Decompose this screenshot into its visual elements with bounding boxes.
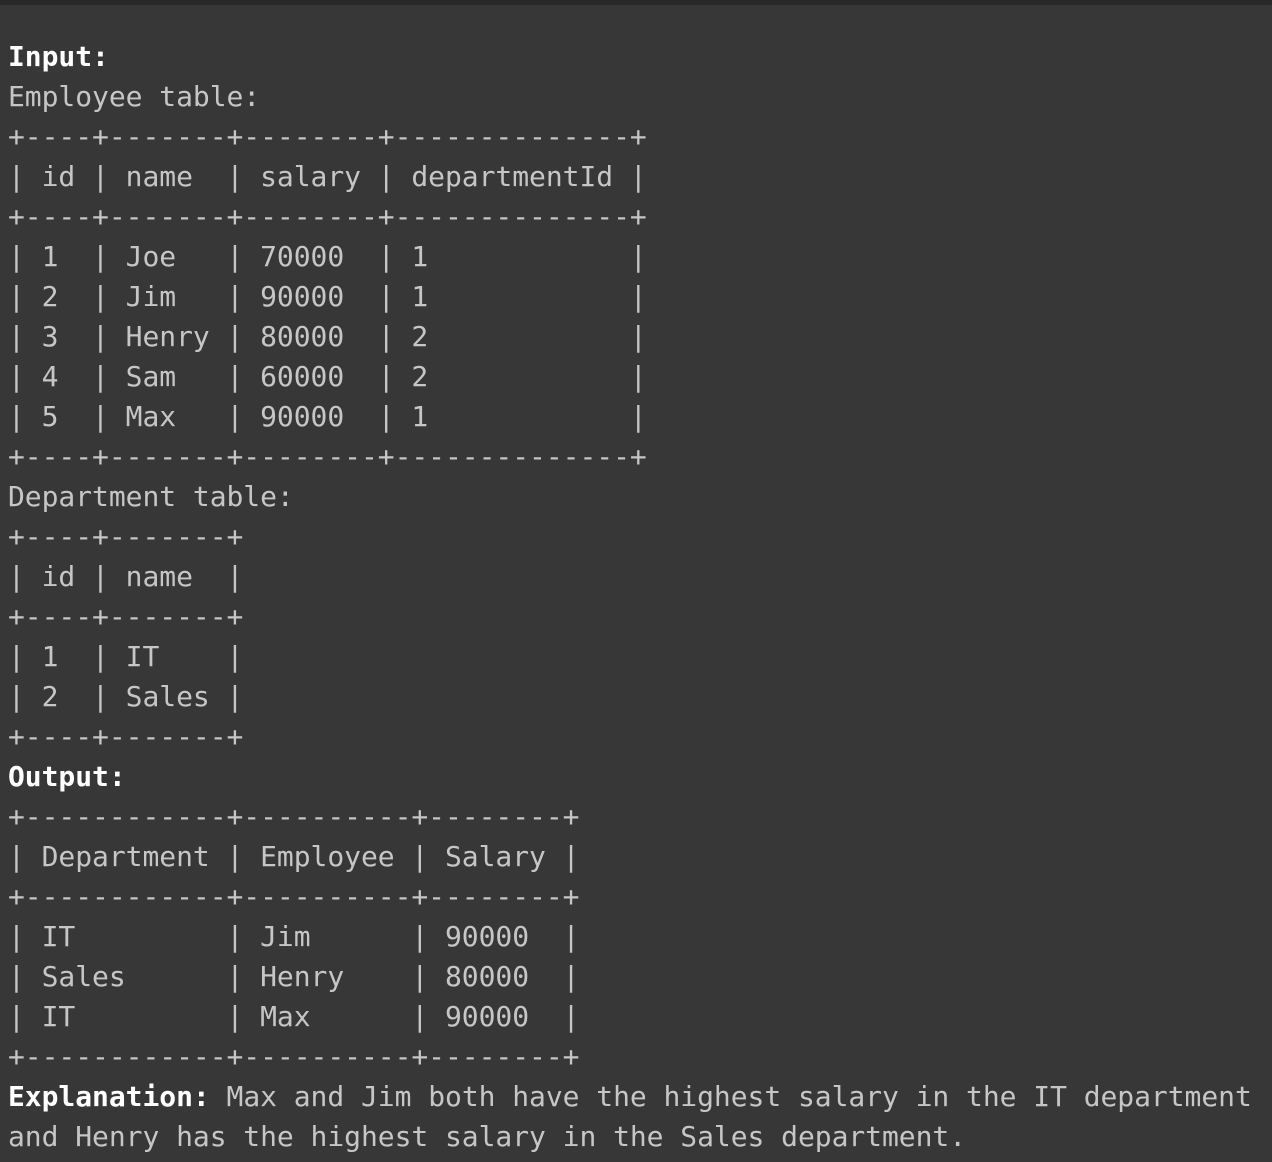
explanation: Explanation: Max and Jim both have the h…	[8, 1077, 1272, 1157]
table-row: | 3 | Henry | 80000 | 2 |	[8, 320, 647, 353]
explanation-label: Explanation:	[8, 1080, 210, 1113]
table-border: +----+-------+	[8, 600, 244, 633]
output-label: Output:	[8, 760, 126, 793]
table-row: | 2 | Sales |	[8, 680, 244, 713]
input-label: Input:	[8, 40, 109, 73]
table-row: | 4 | Sam | 60000 | 2 |	[8, 360, 647, 393]
table-border: +----+-------+--------+--------------+	[8, 200, 647, 233]
table-border: +----+-------+--------+--------------+	[8, 440, 647, 473]
example-block: Input: Employee table: +----+-------+---…	[0, 5, 1272, 1157]
table-row: | Sales | Henry | 80000 |	[8, 960, 580, 993]
employee-table-caption: Employee table:	[8, 80, 261, 113]
table-border: +------------+----------+--------+	[8, 800, 580, 833]
department-table-caption: Department table:	[8, 480, 294, 513]
table-border: +----+-------+--------+--------------+	[8, 120, 647, 153]
table-row: | 5 | Max | 90000 | 1 |	[8, 400, 647, 433]
table-border: +------------+----------+--------+	[8, 1040, 580, 1073]
department-table: Department table: +----+-------+ | id | …	[8, 477, 1272, 757]
table-row: | 1 | IT |	[8, 640, 244, 673]
table-header-row: | id | name | salary | departmentId |	[8, 160, 647, 193]
table-header-row: | Department | Employee | Salary |	[8, 840, 580, 873]
table-border: +------------+----------+--------+	[8, 880, 580, 913]
employee-table: Employee table: +----+-------+--------+-…	[8, 77, 1272, 477]
table-border: +----+-------+	[8, 720, 244, 753]
table-header-row: | id | name |	[8, 560, 244, 593]
output-table: +------------+----------+--------+ | Dep…	[8, 797, 1272, 1077]
table-row: | 2 | Jim | 90000 | 1 |	[8, 280, 647, 313]
table-row: | 1 | Joe | 70000 | 1 |	[8, 240, 647, 273]
explanation-line: and Henry has the highest salary in the …	[8, 1120, 967, 1153]
table-border: +----+-------+	[8, 520, 244, 553]
table-row: | IT | Jim | 90000 |	[8, 920, 580, 953]
explanation-text: Max and Jim both have the highest salary…	[209, 1080, 1252, 1113]
table-row: | IT | Max | 90000 |	[8, 1000, 580, 1033]
explanation-line: Explanation: Max and Jim both have the h…	[8, 1077, 1272, 1117]
